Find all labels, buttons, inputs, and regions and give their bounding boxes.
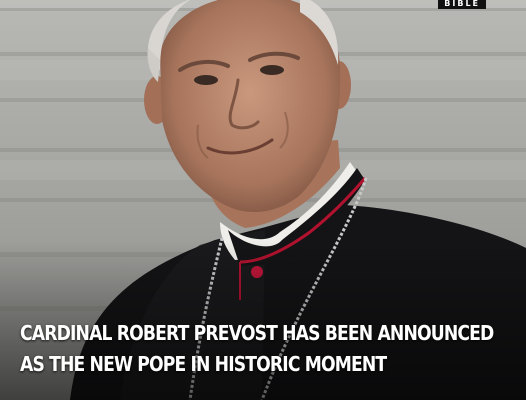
- headline: CARDINAL ROBERT PREVOST HAS BEEN ANNOUNC…: [20, 318, 494, 380]
- headline-line-1: CARDINAL ROBERT PREVOST HAS BEEN ANNOUNC…: [20, 321, 494, 345]
- brand-watermark: BIBLE: [438, 0, 486, 9]
- headline-line-2: AS THE NEW POPE IN HISTORIC MOMENT: [20, 352, 387, 376]
- news-post: BIBLE CARDINAL ROBERT PREVOST HAS BEEN A…: [0, 0, 526, 400]
